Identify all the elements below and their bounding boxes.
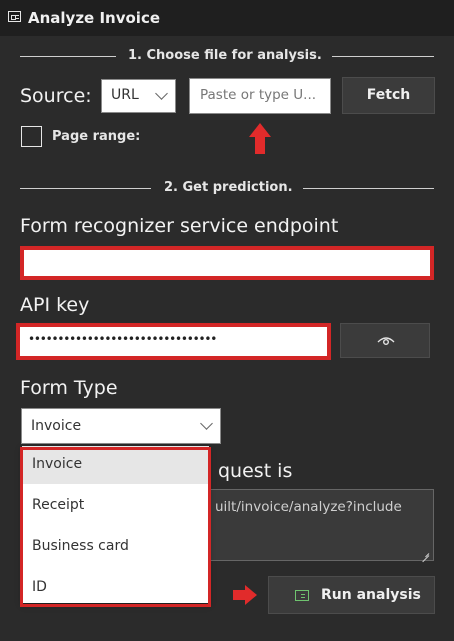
request-url-text: uilt/invoice/analyze?include (215, 499, 402, 515)
endpoint-label: Form recognizer service endpoint (20, 215, 339, 237)
arrow-up-annotation (249, 123, 271, 154)
request-label: quest is (218, 460, 293, 482)
reveal-apikey-button[interactable] (340, 323, 430, 358)
apikey-input[interactable]: •••••••••••••••••••••••••••••••• (20, 327, 327, 356)
options-highlight (20, 447, 211, 607)
arrow-right-annotation (233, 585, 259, 605)
request-url-textarea[interactable]: uilt/invoice/analyze?include (208, 489, 434, 563)
run-analysis-label: Run analysis (321, 587, 421, 603)
page-range-label: Page range: (52, 129, 141, 144)
endpoint-input[interactable] (24, 250, 430, 276)
source-label: Source: (20, 85, 92, 107)
page-range-checkbox[interactable] (21, 126, 42, 147)
run-analysis-button[interactable]: Run analysis (268, 576, 435, 614)
url-input-placeholder: Paste or type U... (200, 87, 317, 103)
resize-grip-icon[interactable] (420, 547, 430, 563)
formtype-value: Invoice (31, 418, 82, 434)
title-bar: Analyze Invoice (0, 0, 454, 36)
chevron-down-icon (200, 417, 213, 430)
source-type-dropdown[interactable]: URL (101, 79, 176, 113)
section1-label: 1. Choose file for analysis. (128, 48, 322, 63)
section2-rule-left (20, 188, 151, 189)
chevron-down-icon (155, 87, 168, 100)
section1-rule-right (332, 56, 434, 57)
section2-label: 2. Get prediction. (164, 180, 293, 195)
fetch-button[interactable]: Fetch (342, 77, 435, 114)
eye-icon (377, 337, 395, 345)
form-icon (295, 590, 309, 601)
url-input[interactable]: Paste or type U... (189, 78, 331, 114)
apikey-masked-value: •••••••••••••••••••••••••••••••• (28, 332, 217, 346)
formtype-label: Form Type (20, 377, 118, 399)
window-title: Analyze Invoice (28, 9, 161, 27)
section2-rule-right (303, 188, 434, 189)
form-icon (8, 11, 21, 22)
formtype-dropdown[interactable]: Invoice (21, 408, 221, 444)
apikey-label: API key (20, 294, 90, 316)
source-type-value: URL (111, 87, 139, 103)
section1-rule-left (20, 56, 116, 57)
